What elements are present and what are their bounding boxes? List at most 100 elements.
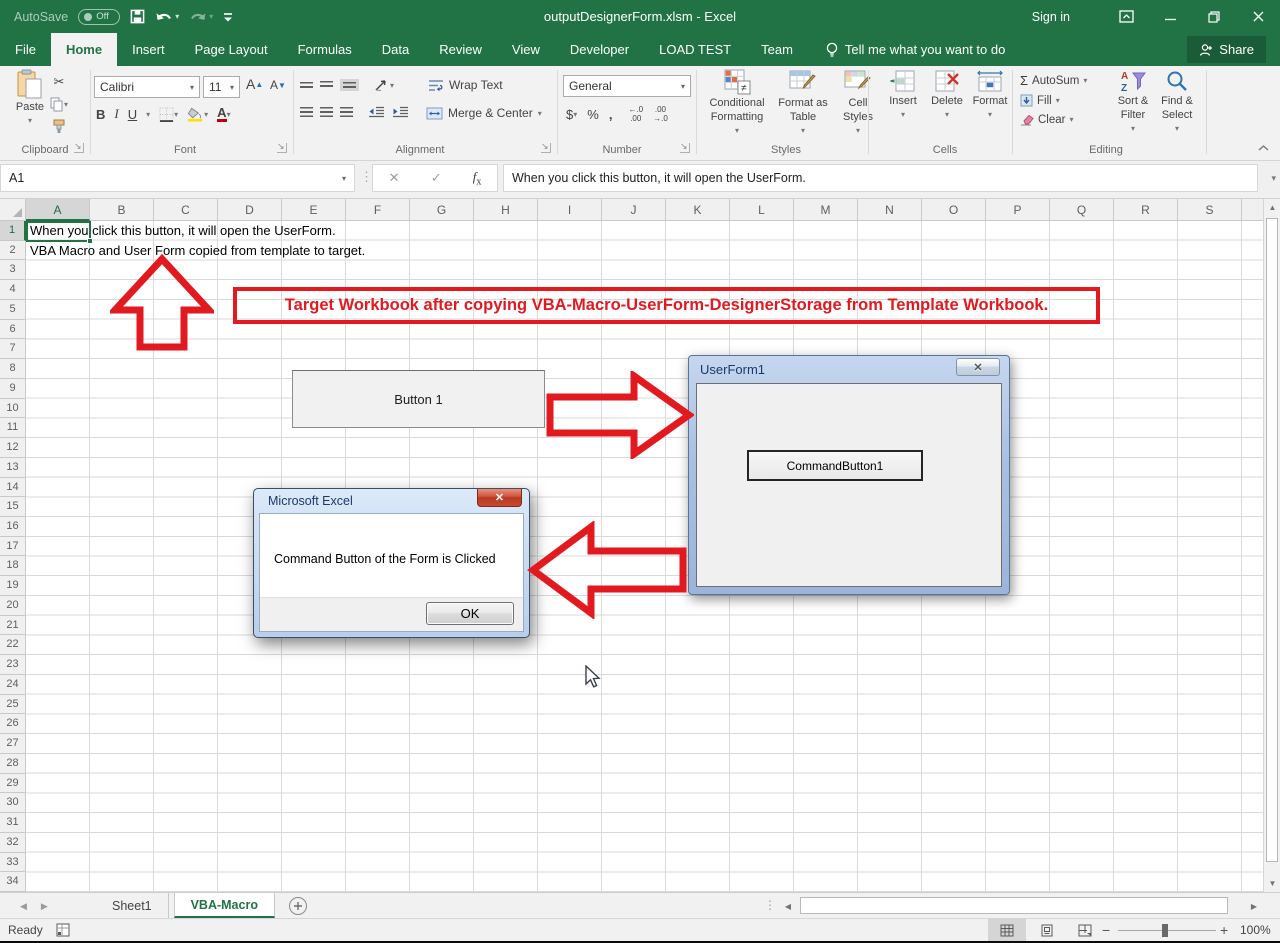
column-header-c[interactable]: C <box>154 199 218 221</box>
horizontal-scrollbar[interactable]: ◀ ▶ <box>780 896 1262 916</box>
close-button[interactable] <box>1236 0 1280 33</box>
autosum-button[interactable]: Σ AutoSum ▾ <box>1020 73 1087 88</box>
sort-filter-button[interactable]: AZ Sort & Filter ▾ <box>1108 69 1158 133</box>
column-header-s[interactable]: S <box>1178 199 1242 221</box>
zoom-in-button[interactable]: + <box>1220 922 1228 938</box>
format-as-table-button[interactable]: Format as Table ▾ <box>774 69 832 135</box>
align-bottom-button[interactable] <box>340 79 359 91</box>
row-header-32[interactable]: 32 <box>0 832 26 853</box>
ribbon-tab-insert[interactable]: Insert <box>117 33 180 66</box>
sheet-tab-vba-macro[interactable]: VBA-Macro <box>173 893 275 918</box>
page-break-preview-button[interactable] <box>1066 919 1104 941</box>
collapse-ribbon-button[interactable] <box>1258 144 1269 152</box>
bold-button[interactable]: B <box>96 107 105 122</box>
scroll-down-icon[interactable]: ▼ <box>1264 875 1280 892</box>
row-header-29[interactable]: 29 <box>0 773 26 794</box>
row-header-1[interactable]: 1 <box>0 221 26 241</box>
align-top-button[interactable] <box>300 82 313 88</box>
vertical-scrollbar-thumb[interactable] <box>1266 218 1278 862</box>
row-header-8[interactable]: 8 <box>0 359 26 379</box>
row-header-18[interactable]: 18 <box>0 556 26 577</box>
row-header-12[interactable]: 12 <box>0 438 26 458</box>
ribbon-tab-view[interactable]: View <box>497 33 555 66</box>
ribbon-tab-load-test[interactable]: LOAD TEST <box>644 33 746 66</box>
align-center-button[interactable] <box>320 107 333 117</box>
underline-button[interactable]: U <box>128 107 137 122</box>
row-header-25[interactable]: 25 <box>0 694 26 715</box>
wrap-text-button[interactable]: Wrap Text <box>428 78 503 92</box>
row-header-22[interactable]: 22 <box>0 635 26 656</box>
zoom-out-button[interactable]: − <box>1102 922 1110 938</box>
column-header-i[interactable]: I <box>538 199 602 221</box>
prev-sheet-icon[interactable]: ◀ <box>20 901 27 912</box>
minimize-button[interactable] <box>1148 0 1192 33</box>
restore-button[interactable] <box>1192 0 1236 33</box>
row-header-9[interactable]: 9 <box>0 378 26 399</box>
column-header-r[interactable]: R <box>1114 199 1178 221</box>
column-header-d[interactable]: D <box>218 199 282 221</box>
ribbon-tab-data[interactable]: Data <box>367 33 424 66</box>
vertical-scrollbar[interactable]: ▲ ▼ <box>1263 199 1280 892</box>
worksheet-button-1[interactable]: Button 1 <box>292 370 545 428</box>
row-header-20[interactable]: 20 <box>0 595 26 616</box>
row-header-21[interactable]: 21 <box>0 615 26 636</box>
cancel-entry-button[interactable]: ✕ <box>389 170 400 186</box>
column-header-f[interactable]: F <box>346 199 410 221</box>
scroll-right-icon[interactable]: ▶ <box>1246 896 1262 916</box>
font-dialog-launcher[interactable]: ↘ <box>277 142 287 153</box>
align-left-button[interactable] <box>300 107 313 117</box>
column-header-o[interactable]: O <box>922 199 986 221</box>
number-dialog-launcher[interactable]: ↘ <box>680 142 690 153</box>
row-header-15[interactable]: 15 <box>0 497 26 518</box>
column-header-g[interactable]: G <box>410 199 474 221</box>
formula-input[interactable]: When you click this button, it will open… <box>503 164 1258 192</box>
clear-button[interactable]: Clear ▾ <box>1020 113 1087 126</box>
fill-color-button[interactable]: ▾ <box>187 106 208 122</box>
ribbon-tab-file[interactable]: File <box>0 33 51 66</box>
format-painter-button[interactable] <box>50 119 68 134</box>
row-header-19[interactable]: 19 <box>0 576 26 596</box>
align-middle-button[interactable] <box>320 81 333 89</box>
ribbon-tab-page-layout[interactable]: Page Layout <box>180 33 283 66</box>
percent-style-button[interactable]: % <box>587 107 599 122</box>
row-header-31[interactable]: 31 <box>0 813 26 833</box>
font-size-combo[interactable]: 11 ▾ <box>203 76 240 98</box>
column-header-e[interactable]: E <box>282 199 346 221</box>
ribbon-tab-developer[interactable]: Developer <box>555 33 644 66</box>
column-header-n[interactable]: N <box>858 199 922 221</box>
column-header-h[interactable]: H <box>474 199 538 221</box>
comma-style-button[interactable]: , <box>609 107 613 122</box>
row-header-27[interactable]: 27 <box>0 734 26 754</box>
ribbon-tab-team[interactable]: Team <box>746 33 808 66</box>
clipboard-dialog-launcher[interactable]: ↘ <box>74 142 84 153</box>
decrease-font-size-button[interactable]: A ▼ <box>270 78 286 92</box>
ribbon-tab-review[interactable]: Review <box>424 33 497 66</box>
fill-handle[interactable] <box>87 238 93 244</box>
increase-font-size-button[interactable]: A ▲ <box>246 76 263 92</box>
insert-function-button[interactable]: fx <box>473 169 482 188</box>
sign-in-link[interactable]: Sign in <box>1032 10 1070 24</box>
row-header-33[interactable]: 33 <box>0 852 26 873</box>
next-sheet-icon[interactable]: ▶ <box>41 901 48 912</box>
number-format-combo[interactable]: General ▾ <box>563 75 691 97</box>
horizontal-scrollbar-thumb[interactable] <box>800 897 1228 914</box>
row-header-5[interactable]: 5 <box>0 299 26 320</box>
share-button[interactable]: Share <box>1187 36 1266 63</box>
align-right-button[interactable] <box>340 107 353 117</box>
row-header-13[interactable]: 13 <box>0 457 26 478</box>
column-header-k[interactable]: K <box>666 199 730 221</box>
font-color-button[interactable]: A ▾ <box>217 106 231 122</box>
find-select-button[interactable]: Find & Select ▾ <box>1152 69 1202 133</box>
row-header-10[interactable]: 10 <box>0 398 26 419</box>
row-header-6[interactable]: 6 <box>0 319 26 340</box>
orientation-button[interactable]: ▾ <box>374 78 394 92</box>
decrease-indent-button[interactable] <box>368 106 385 118</box>
accounting-format-button[interactable]: $ ▾ <box>566 107 577 122</box>
column-header-j[interactable]: J <box>602 199 666 221</box>
column-header-b[interactable]: B <box>90 199 154 221</box>
merge-center-button[interactable]: Merge & Center ▾ <box>426 106 542 120</box>
page-layout-view-button[interactable] <box>1028 919 1066 941</box>
column-header-p[interactable]: P <box>986 199 1050 221</box>
increase-decimal-button[interactable]: ←.0.00 <box>628 105 643 124</box>
confirm-entry-button[interactable]: ✓ <box>431 170 442 186</box>
